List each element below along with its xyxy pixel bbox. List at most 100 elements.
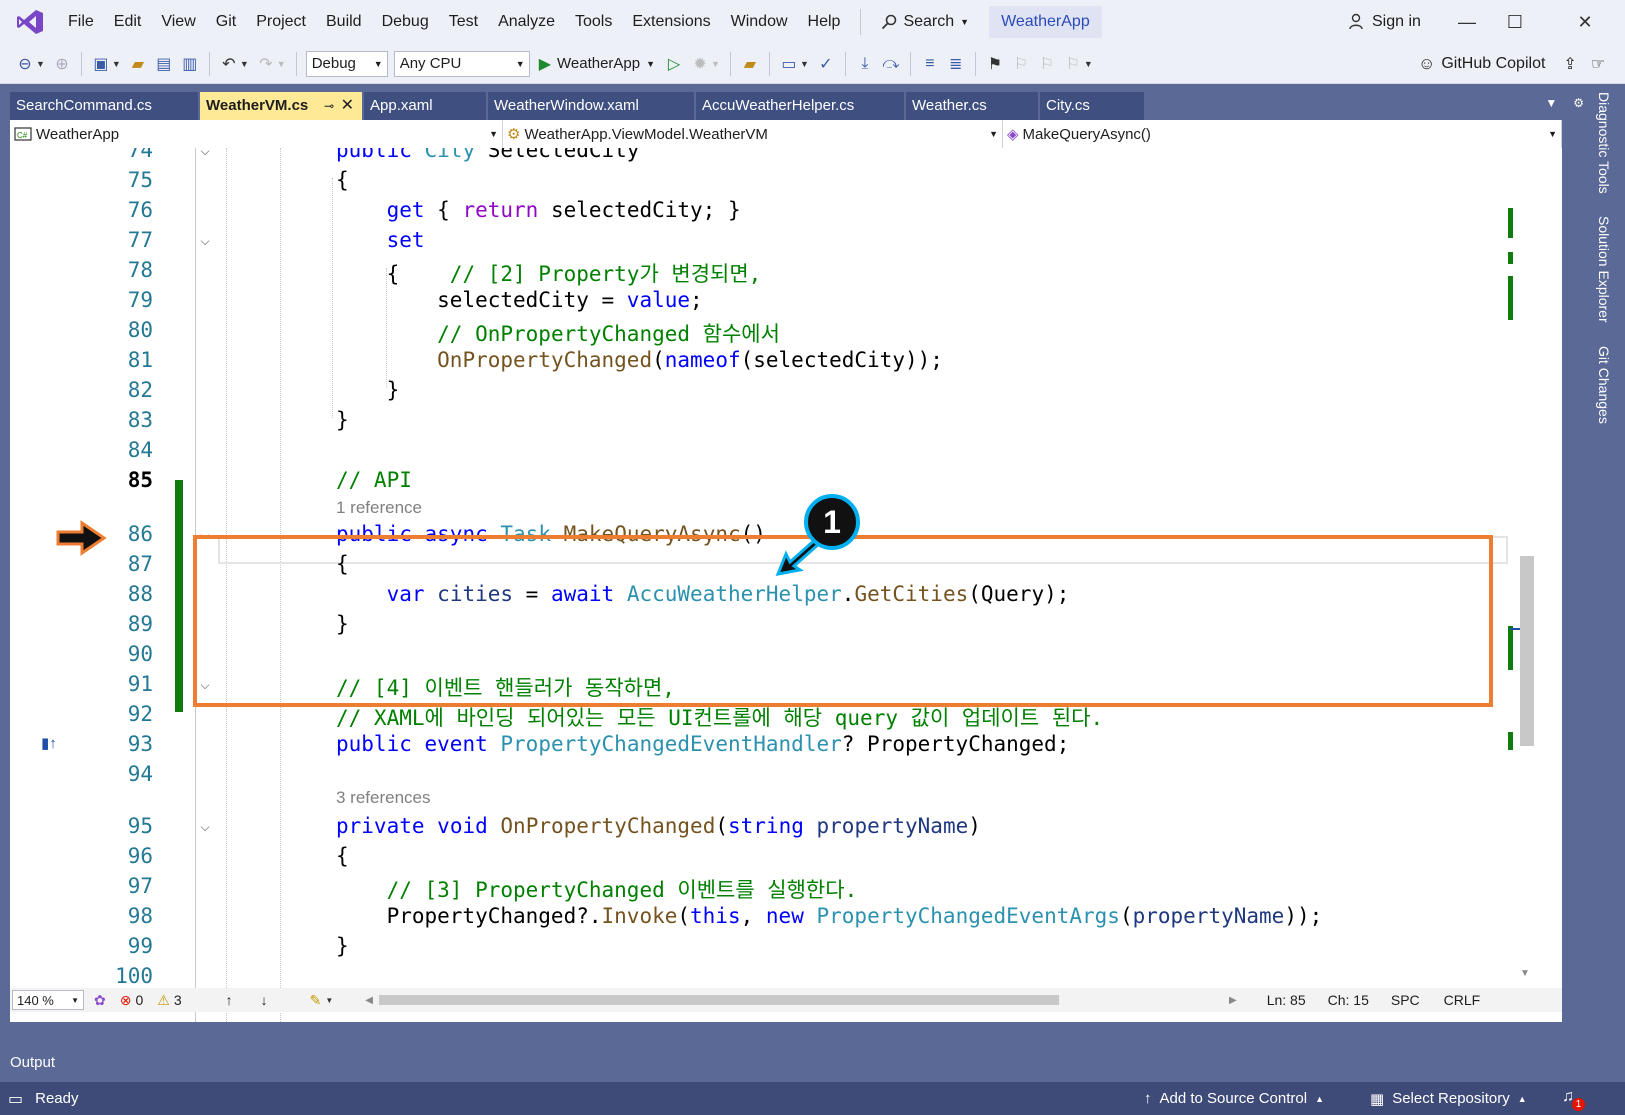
- spell-check-icon[interactable]: ✓: [813, 51, 839, 77]
- whitespace-indicator[interactable]: SPC: [1391, 992, 1420, 1008]
- navigate-back-icon[interactable]: ⊖: [12, 51, 38, 77]
- tab-weathervm[interactable]: WeatherVM.cs ⊸ ✕: [200, 92, 362, 120]
- menu-window[interactable]: Window: [721, 6, 798, 38]
- code-cleanup-icon[interactable]: ✎ ▼: [310, 992, 334, 1009]
- tab-accuweatherhelper[interactable]: AccuWeatherHelper.cs: [696, 92, 904, 120]
- zoom-select[interactable]: 140 % ▼: [12, 990, 84, 1010]
- pin-icon[interactable]: ⊸: [324, 92, 334, 120]
- navigate-forward-icon[interactable]: ⊕: [49, 51, 75, 77]
- notifications-button[interactable]: ♫ 1: [1562, 1088, 1585, 1111]
- clear-bookmarks-icon[interactable]: ⚐: [1060, 51, 1086, 77]
- browse-folder-icon[interactable]: ▰: [737, 51, 763, 77]
- line-indicator[interactable]: Ln: 85: [1267, 992, 1306, 1008]
- chevron-down-icon[interactable]: ▼: [277, 59, 286, 69]
- codelens-references[interactable]: 3 references: [336, 788, 431, 808]
- minimize-button[interactable]: —: [1444, 8, 1490, 36]
- share-icon[interactable]: ⇪: [1563, 54, 1576, 74]
- layout-icon[interactable]: ▭: [776, 51, 802, 77]
- menu-extensions[interactable]: Extensions: [622, 6, 720, 38]
- column-indicator[interactable]: Ch: 15: [1328, 992, 1369, 1008]
- menu-project[interactable]: Project: [246, 6, 316, 38]
- member-select[interactable]: ◈ MakeQueryAsync() ▼: [1003, 120, 1562, 148]
- start-without-debugging-icon[interactable]: ▷: [661, 51, 687, 77]
- hot-reload-icon[interactable]: ✹: [687, 51, 713, 77]
- search-box[interactable]: Search ▼: [871, 6, 979, 38]
- dock-solution-explorer[interactable]: Solution Explorer: [1596, 216, 1612, 323]
- configuration-select[interactable]: Debug ▼: [305, 50, 388, 77]
- save-all-icon[interactable]: ▥: [177, 51, 203, 77]
- feedback-icon[interactable]: ☞: [1591, 54, 1605, 74]
- collapse-icon[interactable]: ⌵: [198, 148, 212, 159]
- tab-app-xaml[interactable]: App.xaml: [364, 92, 486, 120]
- step-over-icon[interactable]: ⤼: [878, 51, 904, 77]
- tab-list-dropdown-icon[interactable]: ▼: [1545, 96, 1557, 110]
- open-folder-icon[interactable]: ▰: [125, 51, 151, 77]
- settings-gear-icon[interactable]: ⚙: [1573, 96, 1584, 110]
- start-debugging-button[interactable]: ▶ WeatherApp ▼: [533, 54, 661, 74]
- tab-searchcommand[interactable]: SearchCommand.cs: [10, 92, 198, 120]
- horizontal-scroll-thumb[interactable]: [378, 995, 1059, 1005]
- menu-build[interactable]: Build: [316, 6, 372, 38]
- menu-edit[interactable]: Edit: [104, 6, 152, 38]
- menu-file[interactable]: File: [58, 6, 104, 38]
- tab-weatherwindow-xaml[interactable]: WeatherWindow.xaml: [488, 92, 694, 120]
- github-copilot-button[interactable]: ☺ GitHub Copilot ⇪ ☞: [1418, 50, 1605, 78]
- chevron-down-icon: ▼: [489, 129, 498, 139]
- chevron-down-icon[interactable]: ▼: [112, 59, 121, 69]
- close-window-button[interactable]: ✕: [1562, 8, 1608, 36]
- undo-icon[interactable]: ↶: [216, 51, 242, 77]
- scroll-right-icon[interactable]: ▶: [1229, 995, 1237, 1006]
- scroll-down-icon[interactable]: ▼: [1520, 968, 1530, 979]
- previous-bookmark-icon[interactable]: ⚐: [1008, 51, 1034, 77]
- sign-in-button[interactable]: Sign in: [1348, 8, 1421, 36]
- comment-lines-icon[interactable]: ≡: [917, 51, 943, 77]
- line-ending-indicator[interactable]: CRLF: [1444, 992, 1481, 1008]
- output-panel-tab[interactable]: Output: [0, 1048, 1625, 1082]
- chevron-down-icon[interactable]: ▼: [711, 59, 720, 69]
- close-tab-icon[interactable]: ✕: [341, 92, 354, 120]
- type-select[interactable]: ⚙ WeatherApp.ViewModel.WeatherVM ▼: [503, 120, 1003, 148]
- menu-tools[interactable]: Tools: [565, 6, 622, 38]
- add-to-source-control-button[interactable]: ↑ Add to Source Control ▲: [1144, 1090, 1324, 1107]
- tab-city[interactable]: City.cs: [1040, 92, 1144, 120]
- warning-count[interactable]: ⚠ 3: [157, 992, 181, 1009]
- menu-debug[interactable]: Debug: [372, 6, 439, 38]
- uncomment-lines-icon[interactable]: ≣: [943, 51, 969, 77]
- save-icon[interactable]: ▤: [151, 51, 177, 77]
- previous-issue-icon[interactable]: ↑: [226, 992, 233, 1008]
- tab-weather[interactable]: Weather.cs: [906, 92, 1038, 120]
- dock-diagnostic-tools[interactable]: Diagnostic Tools: [1596, 92, 1612, 194]
- platform-select[interactable]: Any CPU ▼: [393, 50, 530, 77]
- toolbar-separator: [80, 51, 82, 76]
- error-count[interactable]: ⊗ 0: [120, 992, 144, 1009]
- menu-help[interactable]: Help: [798, 6, 851, 38]
- intellicode-icon[interactable]: ✿: [94, 992, 106, 1009]
- menu-analyze[interactable]: Analyze: [488, 6, 565, 38]
- chevron-down-icon[interactable]: ▼: [800, 59, 809, 69]
- menu-git[interactable]: Git: [206, 6, 246, 38]
- vertical-scroll-thumb[interactable]: [1520, 556, 1534, 746]
- implements-interface-icon[interactable]: ▮↑: [41, 734, 57, 752]
- member-value: MakeQueryAsync(): [1022, 125, 1151, 143]
- collapse-icon[interactable]: ⌵: [198, 820, 212, 835]
- codelens-references[interactable]: 1 reference: [336, 498, 422, 518]
- bookmark-icon[interactable]: ⚑: [982, 51, 1008, 77]
- menu-view[interactable]: View: [151, 6, 205, 38]
- maximize-button[interactable]: ☐: [1492, 8, 1538, 36]
- collapse-icon[interactable]: ⌵: [198, 234, 212, 249]
- step-into-icon[interactable]: ⤓: [852, 51, 878, 77]
- chevron-down-icon[interactable]: ▼: [1084, 59, 1093, 69]
- chevron-down-icon[interactable]: ▼: [240, 59, 249, 69]
- scroll-left-icon[interactable]: ◀: [365, 995, 373, 1006]
- select-repository-button[interactable]: ▦ Select Repository ▲: [1370, 1090, 1527, 1108]
- menu-test[interactable]: Test: [439, 6, 488, 38]
- code-editor[interactable]: 74 75 76 77 78 79 80 81 82 83 84 85 86 8…: [10, 148, 1562, 1022]
- next-bookmark-icon[interactable]: ⚐: [1034, 51, 1060, 77]
- visual-studio-logo-icon[interactable]: [16, 8, 44, 36]
- next-issue-icon[interactable]: ↓: [261, 992, 268, 1008]
- redo-icon[interactable]: ↷: [253, 51, 279, 77]
- new-project-icon[interactable]: ▣: [88, 51, 114, 77]
- dock-git-changes[interactable]: Git Changes: [1596, 346, 1612, 424]
- project-select[interactable]: C# WeatherApp ▼: [10, 120, 503, 148]
- chevron-down-icon[interactable]: ▼: [36, 59, 45, 69]
